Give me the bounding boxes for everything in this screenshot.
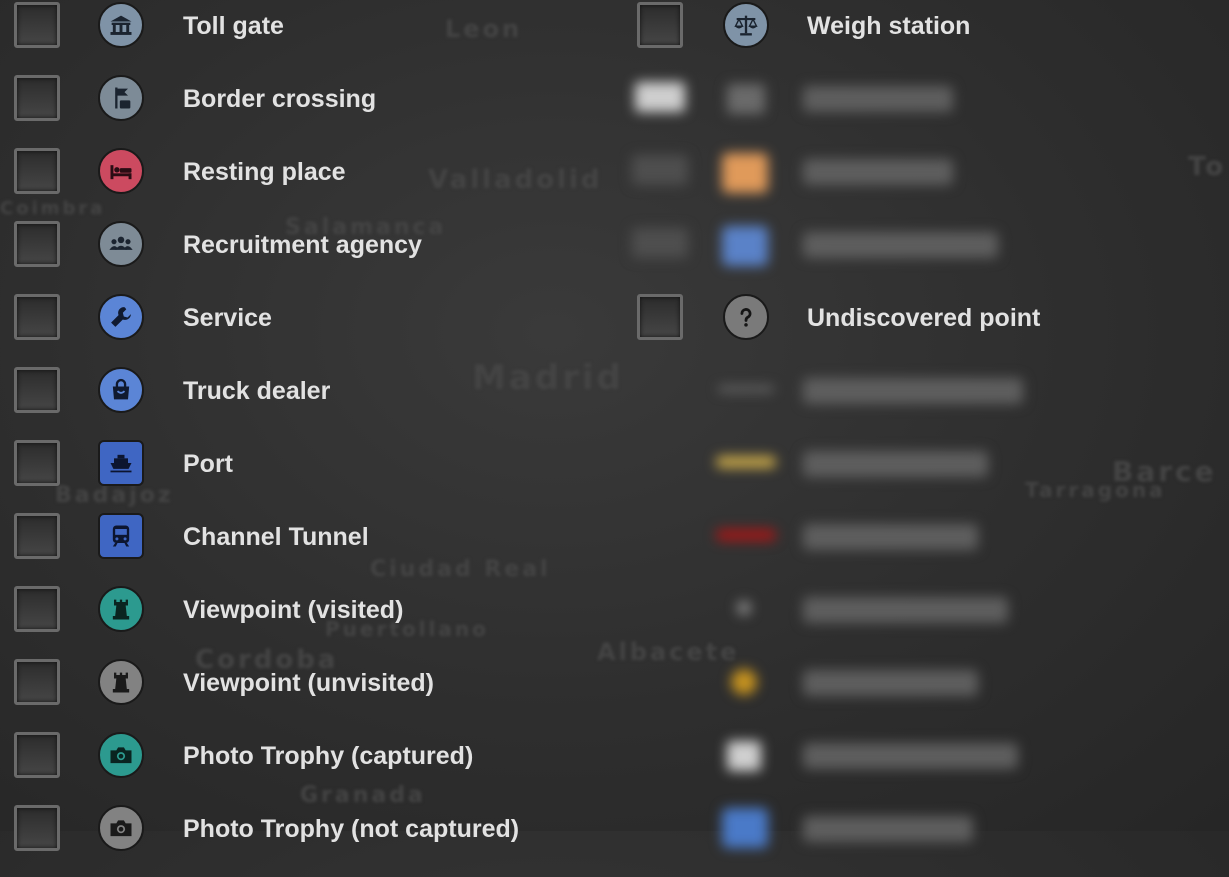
legend-row-blurred [620,220,1229,293]
channel-tunnel-checkbox[interactable] [14,513,60,559]
blurred-label [803,597,1008,623]
border-crossing-label: Border crossing [183,85,377,113]
port-label: Port [183,450,233,478]
blurred-label [803,86,953,112]
blurred-toggle [635,82,685,112]
legend-row-blurred [620,366,1229,439]
scale-icon [723,2,769,48]
legend-row-port: Port [0,439,620,512]
wrench-icon [98,294,144,340]
blurred-road-swatch [716,529,776,541]
channel-tunnel-label: Channel Tunnel [183,523,369,551]
blurred-label [803,232,998,258]
blurred-road-swatch [716,456,776,468]
legend-row-photo-trophy-captured: Photo Trophy (captured) [0,731,620,804]
legend-row-blurred [620,512,1229,585]
train-icon [98,513,144,559]
legend-row-blurred [620,804,1229,877]
blurred-icon [727,741,761,771]
camera-icon [98,732,144,778]
blurred-label [803,159,953,185]
blurred-road-swatch [718,386,774,392]
legend-row-blurred [620,658,1229,731]
service-label: Service [183,304,272,332]
border-crossing-icon [98,75,144,121]
legend-row-blurred [620,439,1229,512]
legend-row-viewpoint-unvisited: Viewpoint (unvisited) [0,658,620,731]
question-mark-icon [723,294,769,340]
legend-row-photo-trophy-not-captured: Photo Trophy (not captured) [0,804,620,877]
toll-gate-checkbox[interactable] [14,2,60,48]
blurred-icon [722,153,768,193]
photo-trophy-not-captured-checkbox[interactable] [14,805,60,851]
people-icon [98,221,144,267]
blurred-icon [722,808,768,848]
port-checkbox[interactable] [14,440,60,486]
legend-row-toll-gate: Toll gate [0,1,620,74]
tower-icon [98,659,144,705]
blurred-label [803,670,978,696]
undiscovered-point-checkbox[interactable] [637,294,683,340]
truck-dealer-label: Truck dealer [183,377,331,405]
blurred-label [803,816,973,842]
toll-gate-label: Toll gate [183,12,284,40]
legend-row-undiscovered-point: Undiscovered point [620,293,1229,366]
truck-dealer-checkbox[interactable] [14,367,60,413]
blurred-label [803,524,978,550]
photo-trophy-not-captured-label: Photo Trophy (not captured) [183,815,520,843]
resting-place-label: Resting place [183,158,346,186]
bed-icon [98,148,144,194]
legend-row-recruitment-agency: Recruitment agency [0,220,620,293]
legend-row-channel-tunnel: Channel Tunnel [0,512,620,585]
shopping-bag-icon [98,367,144,413]
legend-row-truck-dealer: Truck dealer [0,366,620,439]
viewpoint-unvisited-label: Viewpoint (unvisited) [183,669,434,697]
legend-row-blurred [620,731,1229,804]
ship-icon [98,440,144,486]
blurred-toggle [632,155,688,185]
undiscovered-point-label: Undiscovered point [807,304,1041,332]
tower-icon [98,586,144,632]
legend-row-blurred [620,585,1229,658]
blurred-label [803,743,1018,769]
blurred-city-swatch [731,669,757,695]
recruitment-agency-checkbox[interactable] [14,221,60,267]
legend-row-service: Service [0,293,620,366]
viewpoint-visited-checkbox[interactable] [14,586,60,632]
recruitment-agency-label: Recruitment agency [183,231,422,259]
blurred-icon [727,84,765,114]
legend-row-viewpoint-visited: Viewpoint (visited) [0,585,620,658]
border-crossing-checkbox[interactable] [14,75,60,121]
blurred-label [803,378,1023,404]
camera-icon [98,805,144,851]
legend-row-resting-place: Resting place [0,147,620,220]
resting-place-checkbox[interactable] [14,148,60,194]
photo-trophy-captured-label: Photo Trophy (captured) [183,742,474,770]
toll-gate-icon [98,2,144,48]
blurred-city-swatch [737,601,751,615]
blurred-toggle [632,228,688,258]
legend-row-weigh-station: Weigh station [620,1,1229,74]
viewpoint-unvisited-checkbox[interactable] [14,659,60,705]
weigh-station-checkbox[interactable] [637,2,683,48]
weigh-station-label: Weigh station [807,12,971,40]
viewpoint-visited-label: Viewpoint (visited) [183,596,404,624]
legend-row-blurred [620,74,1229,147]
blurred-icon [722,226,768,266]
photo-trophy-captured-checkbox[interactable] [14,732,60,778]
service-checkbox[interactable] [14,294,60,340]
legend-row-blurred [620,147,1229,220]
legend-row-border-crossing: Border crossing [0,74,620,147]
blurred-label [803,451,988,477]
